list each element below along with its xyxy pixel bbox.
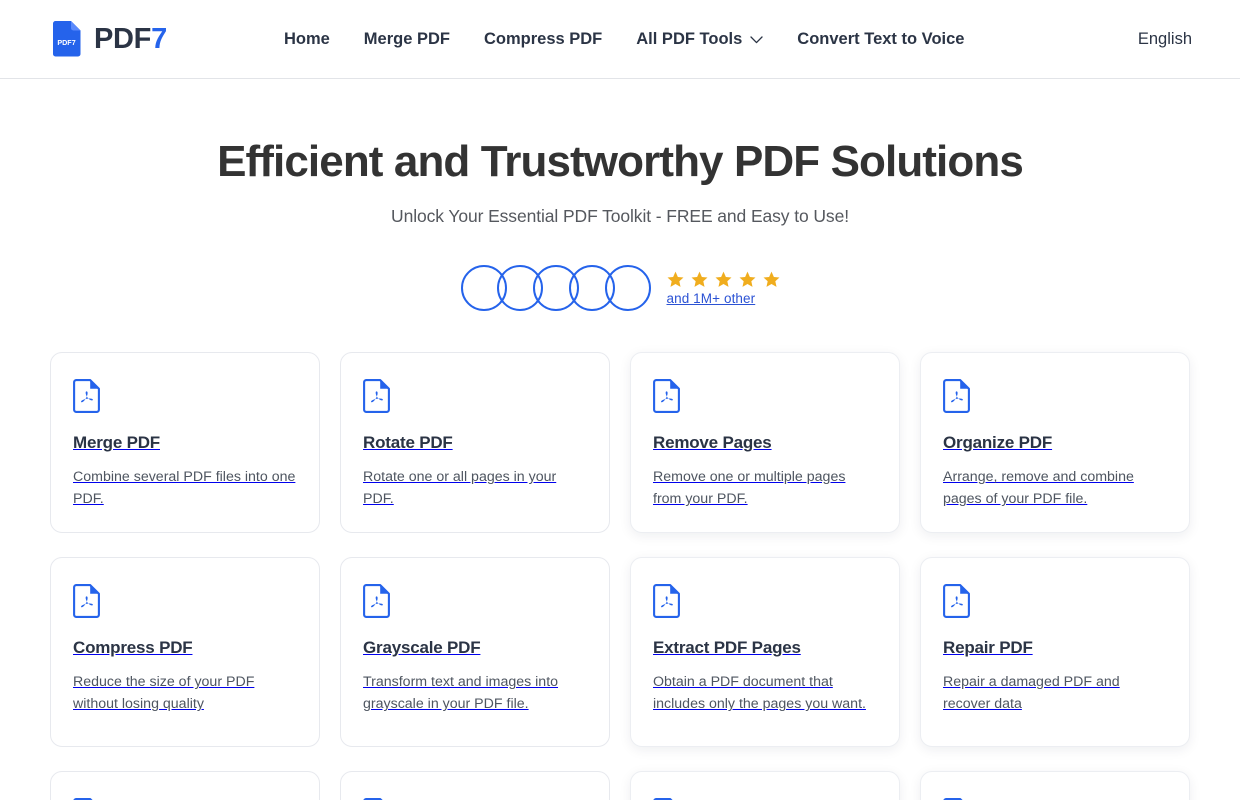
pdf-file-icon	[73, 379, 100, 414]
language-selector[interactable]: English	[1138, 30, 1192, 49]
tools-grid: Merge PDF Combine several PDF files into…	[50, 352, 1190, 800]
tool-card-heic-3[interactable]: HEIC	[630, 771, 900, 800]
star-icon	[715, 271, 732, 288]
pdf-file-icon	[943, 379, 970, 414]
tool-card-description: Obtain a PDF document that includes only…	[653, 674, 866, 713]
tools-section: Merge PDF Combine several PDF files into…	[0, 352, 1240, 800]
star-icon	[667, 271, 684, 288]
avatar	[604, 265, 651, 312]
pdf-file-icon	[363, 584, 390, 619]
avatar-group	[460, 265, 651, 312]
hero-subtitle: Unlock Your Essential PDF Toolkit - FREE…	[391, 206, 849, 227]
pdf-file-icon	[943, 584, 970, 619]
tool-card-heic-4[interactable]: HEIC	[920, 771, 1190, 800]
rating-link[interactable]: and 1M+ other	[667, 291, 756, 306]
nav-item-all-pdf-tools[interactable]: All PDF Tools	[636, 22, 763, 57]
brand-logo[interactable]: PDF7 PDF7	[50, 21, 167, 57]
brand-wordmark: PDF7	[94, 22, 167, 55]
tool-card-title: Extract PDF Pages	[653, 638, 801, 658]
svg-text:PDF7: PDF7	[57, 38, 75, 47]
tool-card-repair-pdf[interactable]: Repair PDF Repair a damaged PDF and reco…	[920, 557, 1190, 748]
tool-card-title: Organize PDF	[943, 433, 1053, 453]
brand-name-accent: 7	[151, 22, 167, 55]
nav-item-label: Convert Text to Voice	[797, 29, 965, 48]
tool-card-rotate-pdf[interactable]: Rotate PDF Rotate one or all pages in yo…	[340, 352, 610, 534]
star-icon	[739, 271, 756, 288]
nav-item-label: Compress PDF	[483, 29, 603, 48]
nav-item-convert-text-to-voice[interactable]: Convert Text to Voice	[797, 22, 964, 57]
tool-card-compress-pdf[interactable]: Compress PDF Reduce the size of your PDF…	[50, 557, 320, 748]
tool-card-description: Transform text and images into grayscale…	[363, 674, 559, 713]
nav-item-label: Home	[283, 29, 330, 48]
tool-card-heic-1[interactable]: HEIC	[50, 771, 320, 800]
nav-item-home[interactable]: Home	[284, 22, 330, 57]
tool-card-description: Rotate one or all pages in your PDF.	[363, 469, 557, 508]
nav-item-compress-pdf[interactable]: Compress PDF	[484, 22, 602, 57]
star-rating	[667, 271, 780, 288]
tool-card-description: Arrange, remove and combine pages of you…	[943, 469, 1134, 508]
site-header: PDF7 PDF7 Home Merge PDF Compress PDF Al…	[0, 0, 1240, 79]
tool-card-title: Repair PDF	[943, 638, 1033, 658]
tool-card-title: Rotate PDF	[363, 433, 453, 453]
brand-name-dark: PDF	[94, 22, 152, 55]
hero-section: Efficient and Trustworthy PDF Solutions …	[0, 79, 1240, 312]
main-navigation: Home Merge PDF Compress PDF All PDF Tool…	[284, 22, 965, 57]
nav-item-merge-pdf[interactable]: Merge PDF	[364, 22, 450, 57]
tool-card-title: Remove Pages	[653, 433, 772, 453]
tool-card-title: Merge PDF	[73, 433, 160, 453]
pdf-file-icon	[653, 379, 680, 414]
pdf-file-icon	[653, 584, 680, 619]
tool-card-organize-pdf[interactable]: Organize PDF Arrange, remove and combine…	[920, 352, 1190, 534]
tool-card-remove-pages[interactable]: Remove Pages Remove one or multiple page…	[630, 352, 900, 534]
tool-card-merge-pdf[interactable]: Merge PDF Combine several PDF files into…	[50, 352, 320, 534]
tool-card-description: Remove one or multiple pages from your P…	[653, 469, 846, 508]
social-proof: and 1M+ other	[0, 265, 1240, 312]
pdf-file-icon	[73, 584, 100, 619]
tool-card-description: Combine several PDF files into one PDF.	[73, 469, 296, 508]
tool-card-description: Reduce the size of your PDF without losi…	[73, 674, 255, 713]
nav-item-label: Merge PDF	[363, 29, 450, 48]
tool-card-extract-pdf-pages[interactable]: Extract PDF Pages Obtain a PDF document …	[630, 557, 900, 748]
chevron-down-icon	[750, 36, 763, 44]
pdf-file-icon	[363, 379, 390, 414]
star-icon	[763, 271, 780, 288]
star-icon	[691, 271, 708, 288]
tool-card-heic-2[interactable]: HEIC	[340, 771, 610, 800]
tool-card-title: Compress PDF	[73, 638, 193, 658]
tool-card-description: Repair a damaged PDF and recover data	[943, 674, 1120, 713]
tool-card-title: Grayscale PDF	[363, 638, 481, 658]
pdf-document-icon: PDF7	[50, 21, 83, 57]
tool-card-grayscale-pdf[interactable]: Grayscale PDF Transform text and images …	[340, 557, 610, 748]
page-title: Efficient and Trustworthy PDF Solutions	[217, 137, 1024, 186]
nav-item-label: All PDF Tools	[636, 29, 743, 48]
rating-block: and 1M+ other	[667, 271, 780, 306]
